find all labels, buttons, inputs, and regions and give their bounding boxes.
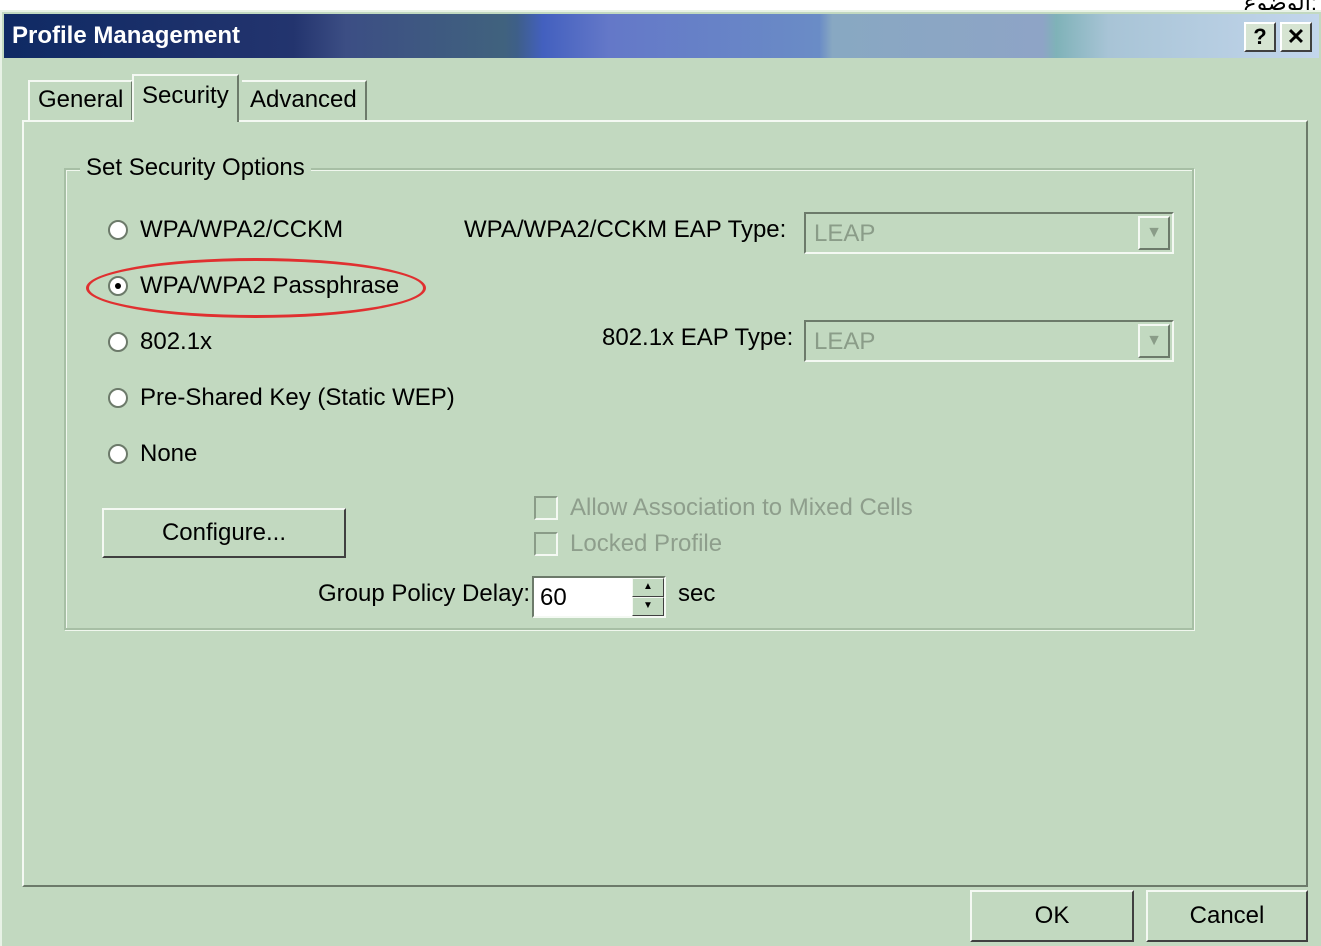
radio-none-label[interactable]: None	[140, 440, 197, 468]
tab-advanced[interactable]: Advanced	[242, 80, 367, 120]
title-bar[interactable]: Profile Management ? ✕	[4, 14, 1319, 58]
highlight-ellipse	[86, 258, 426, 318]
locked-profile-checkbox[interactable]	[534, 532, 558, 556]
radio-8021x[interactable]	[108, 332, 128, 352]
radio-8021x-label[interactable]: 802.1x	[140, 328, 212, 356]
group-policy-delay-spinbox[interactable]: 60 ▲ ▼	[532, 576, 666, 618]
radio-pre-shared-key[interactable]	[108, 388, 128, 408]
eap-8021x-type-value: LEAP	[814, 328, 876, 355]
profile-management-dialog: Profile Management ? ✕ General Security …	[0, 10, 1321, 946]
spin-buttons: ▲ ▼	[632, 578, 664, 616]
security-tab-panel: Set Security Options WPA/WPA2/CCKM WPA/W…	[22, 120, 1308, 887]
chevron-down-icon[interactable]: ▼	[1138, 216, 1170, 250]
tab-general[interactable]: General	[28, 80, 134, 120]
spin-down-icon[interactable]: ▼	[632, 597, 664, 616]
spin-up-icon[interactable]: ▲	[632, 578, 664, 597]
wpa-eap-type-label: WPA/WPA2/CCKM EAP Type:	[464, 216, 787, 243]
radio-wpa-cckm-label[interactable]: WPA/WPA2/CCKM	[140, 216, 343, 244]
close-button[interactable]: ✕	[1280, 22, 1312, 52]
configure-button[interactable]: Configure...	[102, 508, 346, 558]
allow-mixed-cells-checkbox[interactable]	[534, 496, 558, 520]
radio-pre-shared-key-label[interactable]: Pre-Shared Key (Static WEP)	[140, 384, 455, 412]
ok-button[interactable]: OK	[970, 890, 1134, 942]
eap-8021x-type-label: 802.1x EAP Type:	[602, 324, 794, 351]
group-title: Set Security Options	[80, 154, 311, 182]
wpa-eap-type-select[interactable]: LEAP ▼	[804, 212, 1174, 254]
help-button[interactable]: ?	[1244, 22, 1276, 52]
group-policy-delay-value[interactable]: 60	[540, 584, 567, 612]
chevron-down-icon[interactable]: ▼	[1138, 324, 1170, 358]
radio-none[interactable]	[108, 444, 128, 464]
eap-8021x-type-select[interactable]: LEAP ▼	[804, 320, 1174, 362]
group-policy-delay-label: Group Policy Delay:	[318, 580, 531, 607]
wpa-eap-type-value: LEAP	[814, 220, 876, 247]
cancel-button[interactable]: Cancel	[1146, 890, 1308, 942]
window-title: Profile Management	[12, 22, 241, 49]
tab-security[interactable]: Security	[132, 74, 239, 122]
radio-wpa-cckm[interactable]	[108, 220, 128, 240]
allow-mixed-cells-label: Allow Association to Mixed Cells	[570, 494, 913, 521]
group-policy-unit: sec	[678, 580, 716, 607]
locked-profile-label: Locked Profile	[570, 530, 723, 557]
